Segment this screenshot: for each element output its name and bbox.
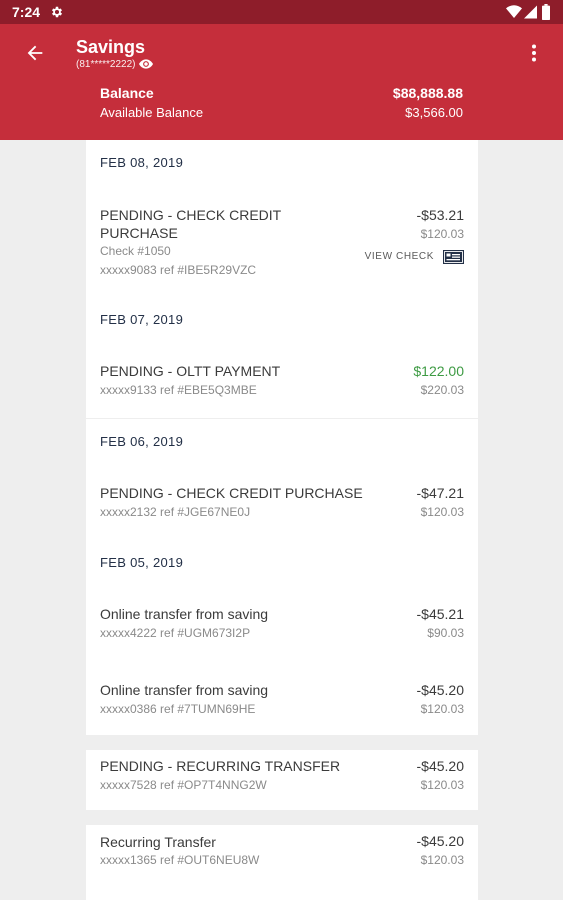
transaction-row[interactable]: Online transfer from saving xxxxx0386 re… [86,660,478,735]
wifi-icon [506,5,522,18]
battery-icon [542,4,550,20]
transaction-amount: -$45.21 [416,606,464,622]
running-balance: $90.03 [427,626,464,640]
account-header: Savings (81*****2222) Balance $88,888.88… [0,24,563,140]
transaction-name: PENDING - RECURRING TRANSFER [100,758,341,774]
page-title: Savings [76,37,146,57]
date-header-label: FEB 08, 2019 [100,155,184,170]
transaction-amount: -$47.21 [416,485,464,501]
transaction-name: Online transfer from saving [100,682,269,698]
cellular-icon [524,5,537,19]
transaction-ref: xxxxx9083 ref #IBE5R29VZC [100,263,257,277]
check-number: Check #1050 [100,244,171,258]
transaction-name: Recurring Transfer [100,834,216,850]
date-header: FEB 08, 2019 [86,140,478,184]
divider [86,735,478,750]
transaction-row[interactable]: PENDING - CHECK CREDIT PURCHASE Check #1… [86,184,478,297]
transaction-row[interactable]: Online transfer from saving xxxxx4222 re… [86,584,478,660]
date-header-label: FEB 06, 2019 [100,434,184,449]
transaction-ref: xxxxx9133 ref #EBE5Q3MBE [100,383,257,397]
balance-value: $88,888.88 [392,85,463,101]
transaction-amount: -$45.20 [416,682,464,698]
transaction-row[interactable]: PENDING - RECURRING TRANSFER xxxxx7528 r… [86,750,478,810]
settings-icon [51,6,63,18]
transaction-name: PENDING - CHECK CREDIT PURCHASE [100,485,363,501]
more-vert-icon[interactable] [531,44,537,62]
running-balance: $120.03 [420,853,464,867]
transaction-amount: -$53.21 [416,207,464,223]
date-header: FEB 06, 2019 [86,419,478,463]
transaction-name: PENDING - OLTT PAYMENT [100,363,281,379]
available-balance-label: Available Balance [100,105,204,120]
running-balance: $120.03 [420,702,464,716]
eye-icon[interactable] [139,58,153,70]
check-image-icon[interactable] [443,250,464,264]
transaction-ref: xxxxx0386 ref #7TUMN69HE [100,702,256,716]
transaction-list: FEB 08, 2019 PENDING - CHECK CREDIT PURC… [86,140,478,900]
date-header-label: FEB 07, 2019 [100,312,184,327]
balance-label: Balance [100,85,154,101]
view-check-link[interactable]: VIEW CHECK [365,251,434,262]
transaction-amount: -$45.20 [416,758,464,774]
transaction-amount: -$45.20 [416,833,464,849]
date-header: FEB 05, 2019 [86,540,478,584]
transaction-ref: xxxxx4222 ref #UGM673I2P [100,626,251,640]
running-balance: $120.03 [420,778,464,792]
transaction-name: PENDING - CHECK CREDIT [100,207,282,223]
transaction-amount: $122.00 [413,363,464,379]
available-balance-value: $3,566.00 [405,105,463,120]
account-number: (81*****2222) [76,59,136,70]
status-bar: 7:24 [0,0,563,24]
transaction-ref: xxxxx2132 ref #JGE67NE0J [100,505,251,519]
date-header-label: FEB 05, 2019 [100,555,184,570]
transaction-row[interactable]: PENDING - CHECK CREDIT PURCHASE xxxxx213… [86,463,478,540]
running-balance: $120.03 [420,505,464,519]
date-header: FEB 07, 2019 [86,297,478,341]
running-balance: $220.03 [420,383,464,397]
transaction-ref: xxxxx1365 ref #OUT6NEU8W [100,853,260,867]
back-arrow-icon[interactable] [24,42,46,64]
transaction-row[interactable]: Recurring Transfer xxxxx1365 ref #OUT6NE… [86,825,478,900]
transaction-row[interactable]: PENDING - OLTT PAYMENT xxxxx9133 ref #EB… [86,341,478,418]
transaction-ref: xxxxx7528 ref #OP7T4NNG2W [100,778,267,792]
divider [86,810,478,825]
status-time: 7:24 [12,4,41,20]
running-balance: $120.03 [420,227,464,241]
transaction-name-cont: PURCHASE [100,225,178,241]
transaction-name: Online transfer from saving [100,606,269,622]
